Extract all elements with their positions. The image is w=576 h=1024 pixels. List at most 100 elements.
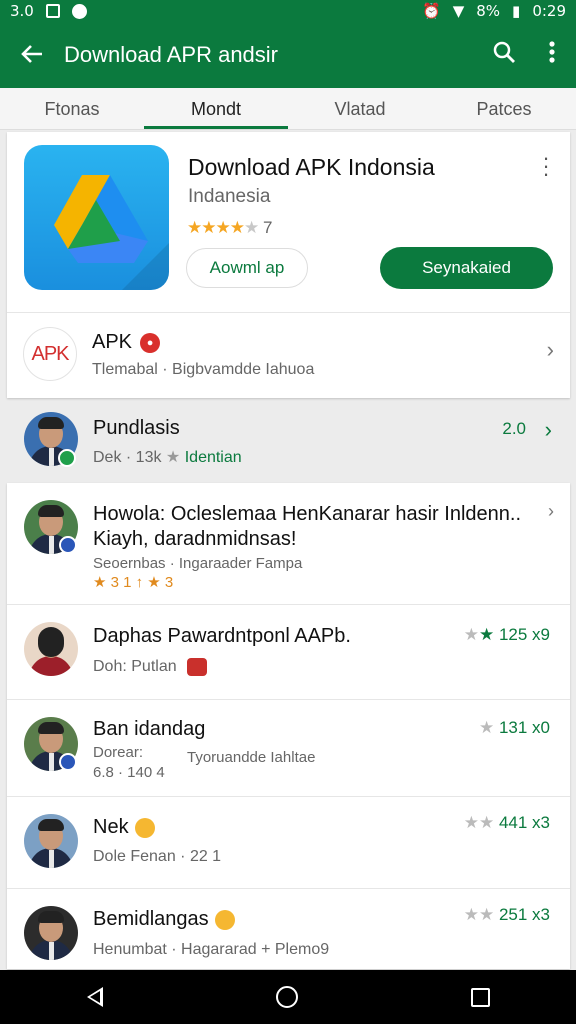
list-item-title-wrap: Nek bbox=[93, 816, 155, 839]
app-hero-card: Download APK Indonsia Indanesia ★★★★★ 7 … bbox=[7, 132, 570, 398]
list-item-title-wrap: Bemidlangas bbox=[93, 908, 235, 931]
avatar bbox=[24, 622, 78, 676]
avatar-body bbox=[29, 656, 73, 676]
star-icon: ★ bbox=[478, 718, 499, 737]
emoji-icon bbox=[134, 817, 155, 838]
wifi-icon: ▼ bbox=[452, 2, 465, 20]
list-item-count-wrap: ★★ 441 x3 bbox=[464, 813, 550, 833]
list-item-count-wrap: ★★ 251 x3 bbox=[464, 905, 550, 925]
secondary-action-button[interactable]: Aowml ap bbox=[186, 248, 308, 288]
more-vert-icon bbox=[549, 41, 555, 63]
status-signal-text: 3.0 bbox=[10, 2, 34, 20]
clock: 0:29 bbox=[532, 2, 566, 20]
apk-row-subtitle: Tlemabal · Bigbvamdde Iahuoa bbox=[92, 361, 315, 378]
page-title: Download APR andsir bbox=[64, 42, 279, 67]
avatar bbox=[24, 906, 78, 960]
apk-row-title-wrap: APK ● bbox=[92, 331, 161, 354]
star-icon: ★★ bbox=[463, 813, 499, 832]
list-item[interactable]: Ban idandag Dorear: Tyoruandde Iahltae 6… bbox=[7, 700, 570, 797]
list-item-count: 441 x3 bbox=[498, 813, 550, 832]
avatar-hair bbox=[38, 417, 64, 429]
nav-home-icon bbox=[275, 986, 298, 1008]
app-title: Download APK Indonsia bbox=[188, 154, 435, 180]
nav-recents-icon bbox=[470, 987, 490, 1007]
search-icon bbox=[493, 41, 515, 63]
nav-back-button[interactable] bbox=[86, 987, 103, 1007]
list-item-title-line2: Kiayh, daradnmidnsas! bbox=[93, 528, 297, 550]
avatar-tie bbox=[49, 448, 54, 466]
avatar-tie bbox=[49, 850, 54, 868]
avatar-hair bbox=[38, 627, 64, 657]
avatar-hair bbox=[38, 722, 64, 734]
list-item-count: 131 x0 bbox=[498, 718, 550, 737]
avatar-tie bbox=[49, 942, 54, 960]
alarm-icon: ⏰ bbox=[422, 2, 441, 20]
tab-2-active[interactable]: Mondt bbox=[144, 88, 288, 129]
nav-home-button[interactable] bbox=[275, 986, 298, 1008]
nav-recents-button[interactable] bbox=[470, 987, 490, 1007]
app-bar: Download APR andsir bbox=[0, 22, 576, 88]
list-item-meta: 6.8 · 140 4 bbox=[93, 764, 165, 781]
avatar-tie bbox=[49, 536, 54, 554]
list-item-title: Daphas Pawardntponl AAPb. bbox=[93, 625, 351, 647]
app-tag-icon bbox=[186, 658, 207, 676]
apk-logo: APK bbox=[23, 327, 77, 381]
featured-title: Pundlasis bbox=[93, 417, 180, 439]
list-item-count: 125 x9 bbox=[498, 625, 550, 644]
list-item-title: Howola: Ocleslemaa HenKanarar hasir Inld… bbox=[93, 503, 521, 525]
featured-count: 2.0 bbox=[502, 419, 526, 438]
install-button[interactable]: Seynakaied bbox=[380, 247, 553, 289]
list-item-subtitle: Henumbat · Hagararad + Plemo9 bbox=[93, 941, 330, 958]
chevron-right-icon: › bbox=[544, 417, 552, 442]
list-item-title: Ban idandag bbox=[93, 718, 206, 740]
list-item[interactable]: Howola: Ocleslemaa HenKanarar hasir Inld… bbox=[7, 483, 570, 605]
list-item[interactable]: Bemidlangas Henumbat · Hagararad + Plemo… bbox=[7, 889, 570, 969]
rating-count: 7 bbox=[262, 218, 273, 237]
tab-bar: Ftonas Mondt Vlatad Patces bbox=[0, 88, 576, 130]
rating-stars-icon: ★★★★★ bbox=[187, 218, 259, 237]
list-item-title: Bemidlangas bbox=[93, 908, 209, 930]
app-developer: Indanesia bbox=[188, 186, 271, 207]
list-item-subtitle-2: Tyoruandde Iahltae bbox=[187, 749, 316, 766]
list-item-subtitle-wrap: Doh: Putlan bbox=[93, 658, 207, 676]
list-item-subtitle: Dole Fenan · 22 1 bbox=[93, 848, 222, 865]
avatar bbox=[24, 814, 78, 868]
chevron-right-icon: › bbox=[548, 501, 554, 521]
list-item[interactable]: Daphas Pawardntponl AAPb. Doh: Putlan ★★… bbox=[7, 605, 570, 700]
app-notification-icon bbox=[71, 3, 87, 19]
app-rating: ★★★★★ 7 bbox=[187, 218, 272, 238]
overflow-menu-button[interactable] bbox=[528, 41, 576, 69]
list-item-subtitle: Seoernbas · Ingaraader Fampa bbox=[93, 555, 303, 572]
badge-icon bbox=[59, 753, 77, 771]
apk-source-row[interactable]: APK APK ● Tlemabal · Bigbvamdde Iahuoa › bbox=[7, 313, 570, 398]
list-item-count: 251 x3 bbox=[498, 905, 550, 924]
battery-level: 8% bbox=[476, 2, 501, 20]
list-item[interactable]: Nek Dole Fenan · 22 1 ★★ 441 x3 bbox=[7, 797, 570, 889]
nav-back-icon bbox=[86, 987, 103, 1007]
list-item-subtitle: Dorear: bbox=[93, 744, 144, 761]
badge-icon bbox=[59, 536, 77, 554]
tab-3[interactable]: Vlatad bbox=[288, 88, 432, 129]
star-icon: ★ bbox=[478, 625, 499, 644]
star-icon: ★ bbox=[165, 449, 185, 466]
status-bar: 3.0 ⏰ ▼ 8% ▮ 0:29 bbox=[0, 0, 576, 22]
list-item-title: Nek bbox=[93, 816, 129, 838]
featured-subtitle-left: Dek · 13k bbox=[93, 449, 166, 466]
more-options-button[interactable]: · · · bbox=[540, 147, 552, 185]
avatar-hair bbox=[38, 505, 64, 517]
online-badge-icon bbox=[58, 449, 76, 467]
tab-1[interactable]: Ftonas bbox=[0, 88, 144, 129]
app-icon[interactable] bbox=[24, 145, 169, 290]
avatar-hair bbox=[38, 819, 64, 831]
list-item-count-wrap: ★★ 125 x9 bbox=[464, 625, 550, 645]
star-icon: ★★ bbox=[463, 905, 499, 924]
featured-row[interactable]: Pundlasis Dek · 13k ★ Identian 2.0 › bbox=[0, 401, 576, 479]
emoji-icon bbox=[214, 909, 235, 930]
search-button[interactable] bbox=[480, 40, 528, 70]
back-button[interactable] bbox=[0, 39, 64, 71]
arrow-left-icon bbox=[21, 45, 42, 63]
notification-icon bbox=[45, 4, 60, 18]
battery-icon: ▮ bbox=[512, 2, 521, 20]
avatar-tie bbox=[49, 753, 54, 771]
tab-4[interactable]: Patces bbox=[432, 88, 576, 129]
